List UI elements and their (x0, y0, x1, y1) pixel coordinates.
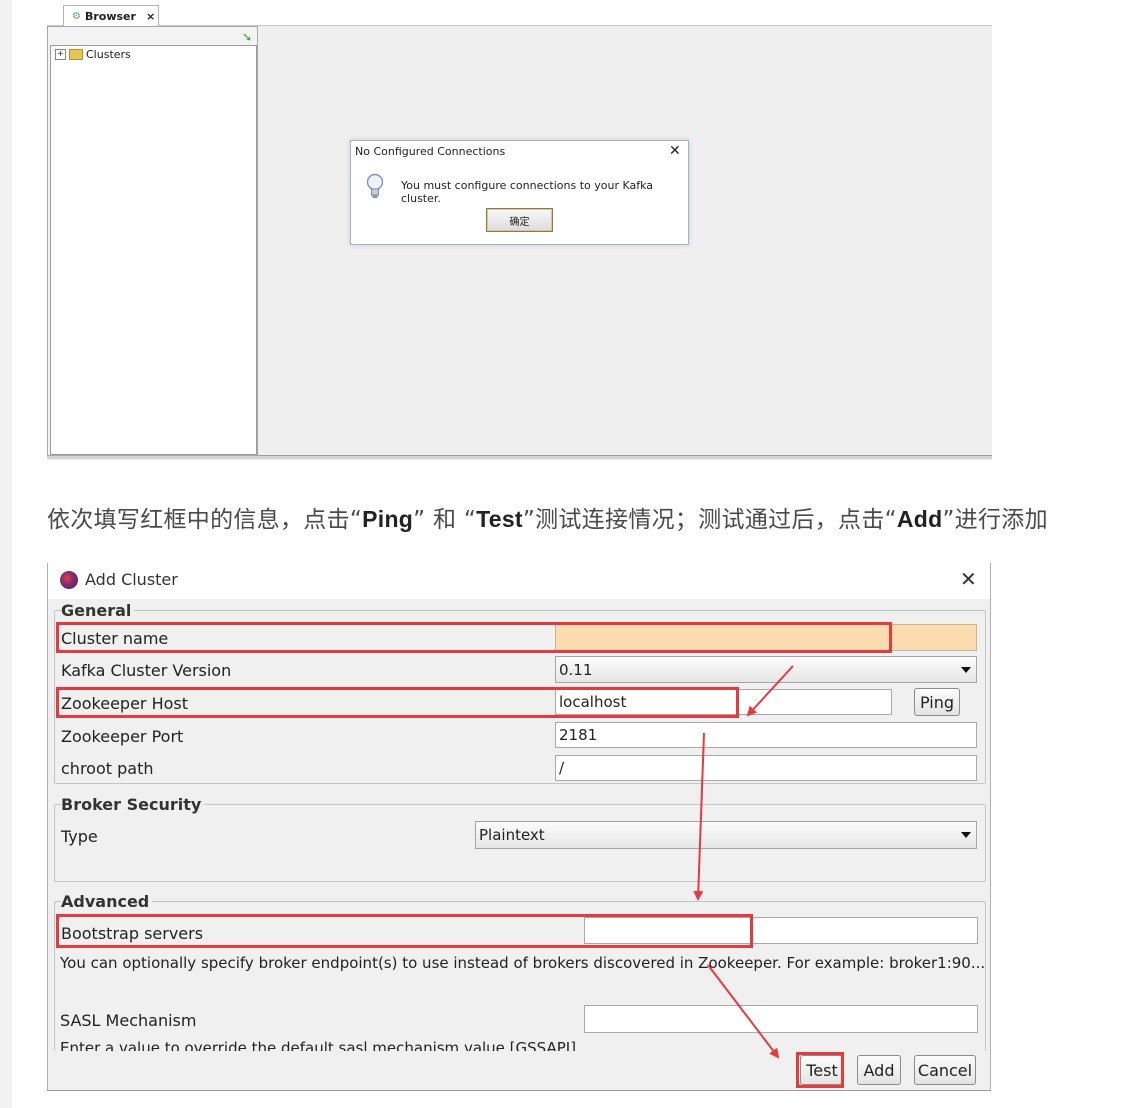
caption-text: ”测试连接情况；测试通过后，点击“ (522, 507, 897, 533)
caption-text: ”进行添加 (942, 507, 1048, 533)
tab-bar: ⚙ Browser × (47, 0, 992, 27)
caption-add: Add (896, 506, 943, 532)
folder-icon (69, 49, 83, 60)
expand-icon[interactable]: + (55, 49, 66, 60)
arrow-to-test (707, 964, 780, 1059)
arrow-to-zookeeper-host (746, 665, 794, 717)
tab-label: Browser (84, 10, 136, 23)
dialog-close-icon[interactable]: ✕ (669, 143, 681, 159)
dialog-message: You must configure connections to your K… (401, 179, 654, 205)
tree-item-label: Clusters (86, 48, 131, 61)
browser-screenshot: ⚙ Browser × ➘ + Clusters No Configured C… (47, 0, 992, 460)
dialog-title: No Configured Connections (355, 145, 506, 158)
no-connections-dialog: No Configured Connections ✕ You must con… (350, 140, 689, 245)
refresh-icon[interactable]: ➘ (242, 30, 252, 44)
browser-tree-panel: ➘ + Clusters (47, 26, 258, 456)
caption-text: 依次填写红框中的信息，点击“ (47, 507, 363, 533)
arrow-to-bootstrap (693, 732, 705, 901)
tab-browser[interactable]: ⚙ Browser × (63, 5, 159, 27)
info-bulb-icon (366, 173, 384, 198)
tree-item-clusters[interactable]: + Clusters (55, 48, 131, 61)
browser-content-area: No Configured Connections ✕ You must con… (258, 26, 992, 456)
browser-icon: ⚙ (72, 11, 81, 22)
page-margin (0, 0, 12, 1108)
caption-ping: Ping (362, 506, 414, 532)
tab-close-icon[interactable]: × (146, 10, 155, 23)
instruction-caption: 依次填写红框中的信息，点击“Ping” 和 “Test”测试连接情况；测试通过后… (47, 500, 1048, 534)
divider (47, 456, 992, 459)
tree-view[interactable]: + Clusters (50, 45, 257, 455)
caption-test: Test (476, 506, 523, 532)
annotation-arrows (693, 665, 794, 1059)
add-cluster-dialog: Add Cluster ✕ General Cluster name Kafka… (47, 563, 991, 1091)
caption-text: ” 和 “ (413, 507, 477, 533)
ok-button[interactable]: 确定 (486, 208, 553, 232)
